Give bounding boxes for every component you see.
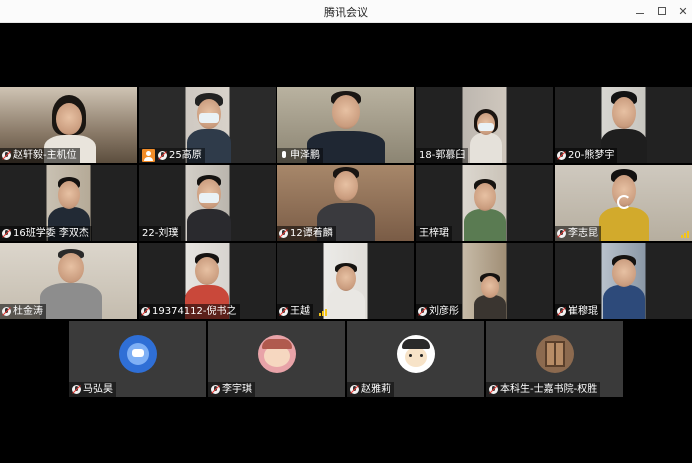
- participant-name-tag: 马弘昊: [69, 382, 116, 397]
- participant-tile[interactable]: 22-刘璞: [139, 165, 276, 241]
- participant-tile[interactable]: 申泽鹏: [277, 87, 414, 163]
- participant-tile[interactable]: 李宇琪: [208, 321, 345, 397]
- avatar: [535, 335, 574, 373]
- mic-icon: [280, 150, 288, 161]
- participant-name-tag: 20-熊梦宇: [555, 148, 618, 163]
- participant-tile[interactable]: 16班学委 李双杰: [0, 165, 137, 241]
- participant-name-tag: 25高原: [139, 148, 205, 163]
- participant-name-tag: 赵轩毅-主机位: [0, 148, 80, 163]
- participant-name-tag: 杜金涛: [0, 304, 46, 319]
- avatar: [257, 335, 296, 373]
- participant-tile[interactable]: 赵雅莉: [347, 321, 484, 397]
- mic-muted-icon: [418, 307, 427, 316]
- participant-name-tag: 22-刘璞: [139, 226, 182, 241]
- mic-muted-icon: [279, 307, 288, 316]
- participant-icon: [142, 149, 155, 162]
- mic-muted-icon: [489, 385, 498, 394]
- mic-muted-icon: [557, 229, 566, 238]
- title-bar: 腾讯会议 ✕: [0, 0, 692, 23]
- mic-muted-icon: [557, 151, 566, 160]
- mic-muted-icon: [557, 307, 566, 316]
- participant-tile[interactable]: 20-熊梦宇: [555, 87, 692, 163]
- maximize-icon: [658, 7, 666, 15]
- participant-name-tag: 李宇琪: [208, 382, 255, 397]
- participant-tile[interactable]: 25高原: [139, 87, 276, 163]
- mic-muted-icon: [2, 151, 11, 160]
- mic-muted-icon: [211, 385, 220, 394]
- close-button[interactable]: ✕: [675, 3, 691, 19]
- minimize-button[interactable]: [632, 3, 648, 19]
- participant-tile[interactable]: 刘彦彤: [416, 243, 553, 319]
- mic-muted-icon: [2, 229, 11, 238]
- loading-spinner-icon: [617, 195, 631, 209]
- participant-tile[interactable]: 王越: [277, 243, 414, 319]
- mic-muted-icon: [279, 229, 288, 238]
- minimize-icon: [636, 12, 644, 14]
- participant-name-tag: 李志昆: [555, 226, 601, 241]
- mic-muted-icon: [2, 307, 11, 316]
- participant-name-tag: 赵雅莉: [347, 382, 394, 397]
- participant-tile[interactable]: 18-郭慕臼: [416, 87, 553, 163]
- participant-tile[interactable]: 赵轩毅-主机位: [0, 87, 137, 163]
- video-grid: 赵轩毅-主机位 25高原 申泽鹏 18-郭慕臼 20-熊梦宇 16班学委 李双杰…: [0, 24, 692, 463]
- participant-name-tag: 刘彦彤: [416, 304, 462, 319]
- mic-muted-icon: [158, 151, 167, 160]
- participant-tile[interactable]: 19374112-倪书之: [139, 243, 276, 319]
- participant-name-tag: 王越: [277, 304, 313, 319]
- participant-tile[interactable]: 王梓珺: [416, 165, 553, 241]
- participant-name-tag: 19374112-倪书之: [139, 304, 240, 319]
- participant-tile[interactable]: 12谭着麟: [277, 165, 414, 241]
- signal-strength-icon: [681, 231, 689, 238]
- participant-tile[interactable]: 李志昆: [555, 165, 692, 241]
- maximize-button[interactable]: [654, 3, 670, 19]
- participant-name-tag: 16班学委 李双杰: [0, 226, 92, 241]
- participant-tile[interactable]: 杜金涛: [0, 243, 137, 319]
- avatar: [396, 335, 435, 373]
- mic-muted-icon: [72, 385, 81, 394]
- participant-tile[interactable]: 马弘昊: [69, 321, 206, 397]
- window-title: 腾讯会议: [324, 6, 368, 19]
- participant-name-tag: 本科生-士嘉书院-权胜: [486, 382, 601, 397]
- avatar: [118, 335, 157, 373]
- participant-name-tag: 12谭着麟: [277, 226, 336, 241]
- signal-strength-icon: [319, 309, 327, 316]
- participant-tile[interactable]: 崔穆琨: [555, 243, 692, 319]
- participant-name-tag: 王梓珺: [416, 226, 452, 241]
- close-icon: ✕: [678, 4, 688, 18]
- participant-tile[interactable]: 本科生-士嘉书院-权胜: [486, 321, 623, 397]
- participant-name-tag: 申泽鹏: [277, 148, 323, 163]
- participant-name-tag: 崔穆琨: [555, 304, 601, 319]
- mic-muted-icon: [350, 385, 359, 394]
- mic-muted-icon: [141, 307, 150, 316]
- participant-name-tag: 18-郭慕臼: [416, 148, 469, 163]
